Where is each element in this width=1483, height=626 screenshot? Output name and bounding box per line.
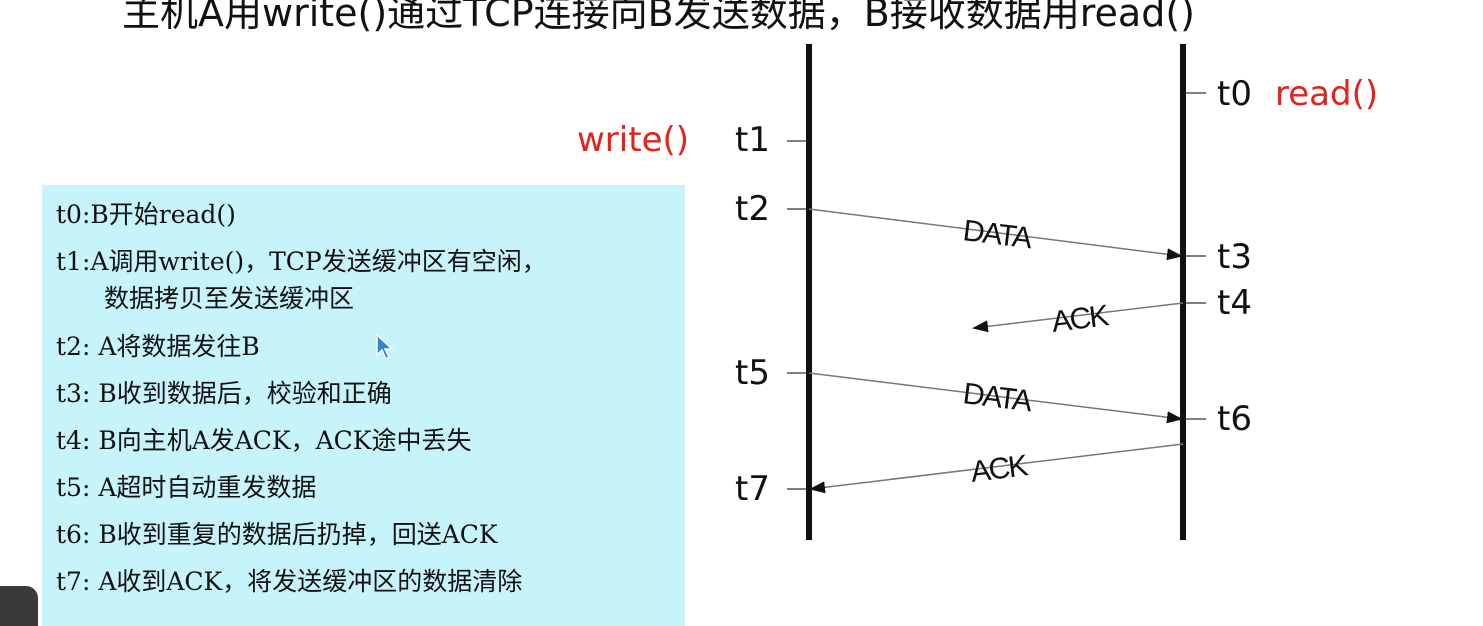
time-label-t5: t5 [735, 353, 770, 393]
tcp-sequence-diagram: DATA ACK DATA ACK t1 t2 t5 t7 t0 t3 t4 t… [577, 44, 1378, 540]
time-label-t2: t2 [735, 189, 770, 229]
overlay-corner-button[interactable] [0, 586, 38, 626]
write-call-label: write() [577, 120, 689, 160]
time-label-t6: t6 [1217, 399, 1252, 439]
read-call-label: read() [1275, 74, 1378, 114]
ack-label-1: ACK [1050, 299, 1111, 339]
data-label-1: DATA [961, 214, 1034, 255]
ack-label-2: ACK [969, 449, 1030, 489]
time-label-t1: t1 [735, 120, 770, 160]
time-label-t7: t7 [735, 469, 770, 509]
time-label-t3: t3 [1217, 237, 1252, 277]
data-label-2: DATA [961, 377, 1034, 418]
slide: 主机A用write()通过TCP连接向B发送数据，B接收数据用read() t0… [0, 0, 1483, 626]
time-label-t4: t4 [1217, 283, 1252, 323]
time-label-t0: t0 [1217, 74, 1252, 114]
